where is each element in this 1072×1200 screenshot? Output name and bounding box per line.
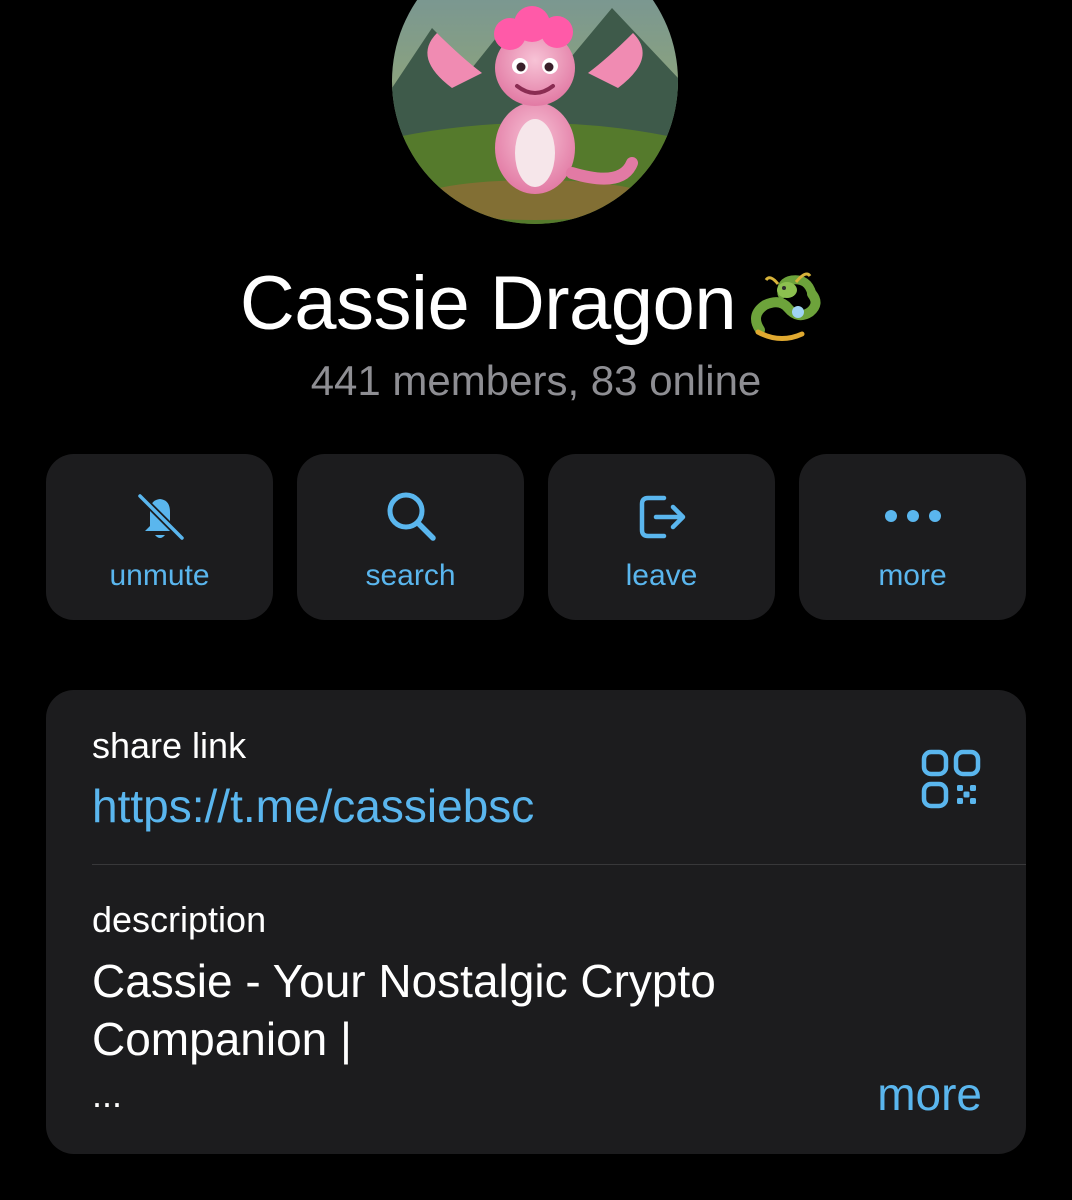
leave-label: leave — [625, 559, 698, 592]
search-label: search — [365, 559, 456, 592]
qr-code-icon[interactable] — [920, 748, 982, 810]
group-avatar[interactable] — [392, 0, 678, 224]
info-card: share link https://t.me/cassiebsc descri… — [46, 690, 1026, 1154]
search-button[interactable]: search — [297, 454, 524, 620]
share-link-value[interactable]: https://t.me/cassiebsc — [92, 778, 534, 834]
group-title: Cassie Dragon — [239, 261, 737, 346]
more-button[interactable]: more — [799, 454, 1026, 620]
bell-slash-icon — [128, 484, 192, 548]
description-more-link[interactable]: more — [877, 1066, 982, 1122]
member-count: 441 members, 83 online — [310, 357, 762, 404]
more-dots-icon — [881, 484, 945, 548]
description-label: description — [92, 899, 267, 940]
dragon-avatar-image — [392, 0, 678, 224]
description-text: Cassie - Your Nostalgic Crypto Companion… — [92, 955, 716, 1065]
unmute-label: unmute — [109, 559, 210, 592]
more-label: more — [878, 559, 947, 592]
unmute-button[interactable]: unmute — [46, 454, 273, 620]
divider — [92, 864, 1026, 865]
action-bar: unmute search leave more — [46, 454, 1026, 620]
title-row: Cassie Dragon — [0, 256, 1072, 352]
description-ellipsis: ... — [92, 1074, 123, 1115]
leave-button[interactable]: leave — [548, 454, 775, 620]
search-icon — [379, 484, 443, 548]
leave-icon — [630, 484, 694, 548]
share-link-label: share link — [92, 725, 247, 766]
dragon-emoji-icon — [751, 272, 821, 341]
